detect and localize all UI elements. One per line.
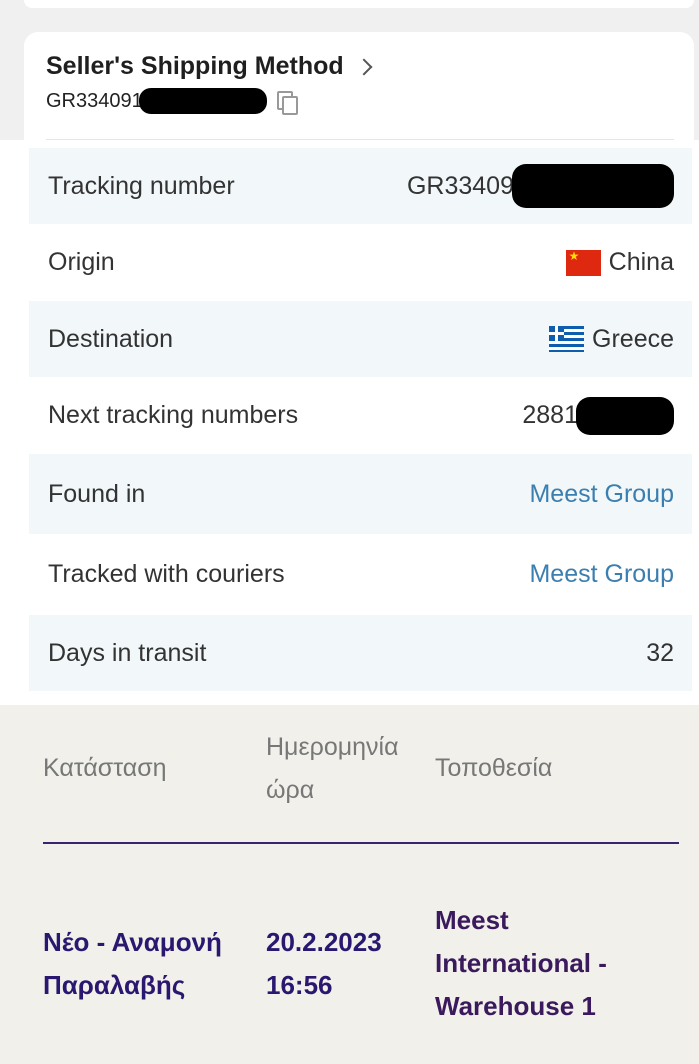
row-tracked-with: Tracked with couriers Meest Group (29, 534, 692, 615)
origin-value: China (608, 248, 674, 276)
tracking-history-table: Κατάσταση Ημερομηνία ώρα Τοποθεσία Νέο -… (0, 705, 699, 1064)
tracking-number-label: Tracking number (48, 171, 235, 200)
seller-tracking-text: GR334091 (46, 89, 143, 112)
header-location: Τοποθεσία (435, 754, 553, 782)
header-date-line1: Ημερομηνία (266, 733, 399, 761)
tracking-details-table: Tracking number GR33409 Origin China Des… (29, 148, 692, 691)
row-days-in-transit: Days in transit 32 (29, 615, 692, 691)
previous-card (24, 0, 694, 8)
seller-shipping-method-link[interactable]: Seller's Shipping Method (46, 52, 373, 81)
origin-label: Origin (48, 248, 115, 276)
location-line1: Meest (435, 905, 509, 935)
china-flag-icon (565, 249, 601, 276)
tracking-number-value: GR33409 (406, 171, 514, 200)
redaction-mark (138, 88, 267, 114)
seller-shipping-title: Seller's Shipping Method (46, 52, 344, 80)
found-in-label: Found in (48, 479, 146, 508)
redaction-mark (512, 164, 674, 208)
tracked-with-link[interactable]: Meest Group (529, 560, 674, 589)
row-next-tracking: Next tracking numbers 2881 (29, 377, 692, 454)
seller-tracking-number: GR334091 (46, 88, 298, 115)
event-time: 16:56 (266, 970, 333, 1000)
greece-flag-icon (549, 326, 585, 352)
header-date-line2: ώρα (266, 776, 315, 804)
days-in-transit-value: 32 (646, 638, 674, 667)
event-date: 20.2.2023 (266, 927, 382, 957)
header-divider (43, 842, 679, 844)
redaction-mark (576, 396, 674, 435)
copy-icon[interactable] (276, 91, 298, 115)
next-tracking-value: 2881 (522, 401, 578, 429)
found-in-link[interactable]: Meest Group (529, 480, 674, 509)
row-found-in: Found in Meest Group (29, 454, 692, 534)
location-line2: International - (435, 948, 607, 978)
status-line2: Παραλαβής (43, 970, 186, 1000)
row-origin: Origin China (29, 224, 692, 301)
tracked-with-label: Tracked with couriers (48, 560, 285, 588)
location-line3: Warehouse 1 (435, 991, 596, 1021)
status-line1: Νέο - Αναμονή (43, 927, 222, 957)
next-tracking-label: Next tracking numbers (48, 401, 299, 429)
days-in-transit-label: Days in transit (48, 638, 207, 667)
row-tracking-number: Tracking number GR33409 (29, 148, 692, 224)
chevron-right-icon (355, 58, 373, 75)
destination-value: Greece (592, 324, 674, 353)
row-destination: Destination Greece (29, 301, 692, 377)
header-status: Κατάσταση (43, 754, 167, 782)
destination-label: Destination (48, 324, 174, 353)
